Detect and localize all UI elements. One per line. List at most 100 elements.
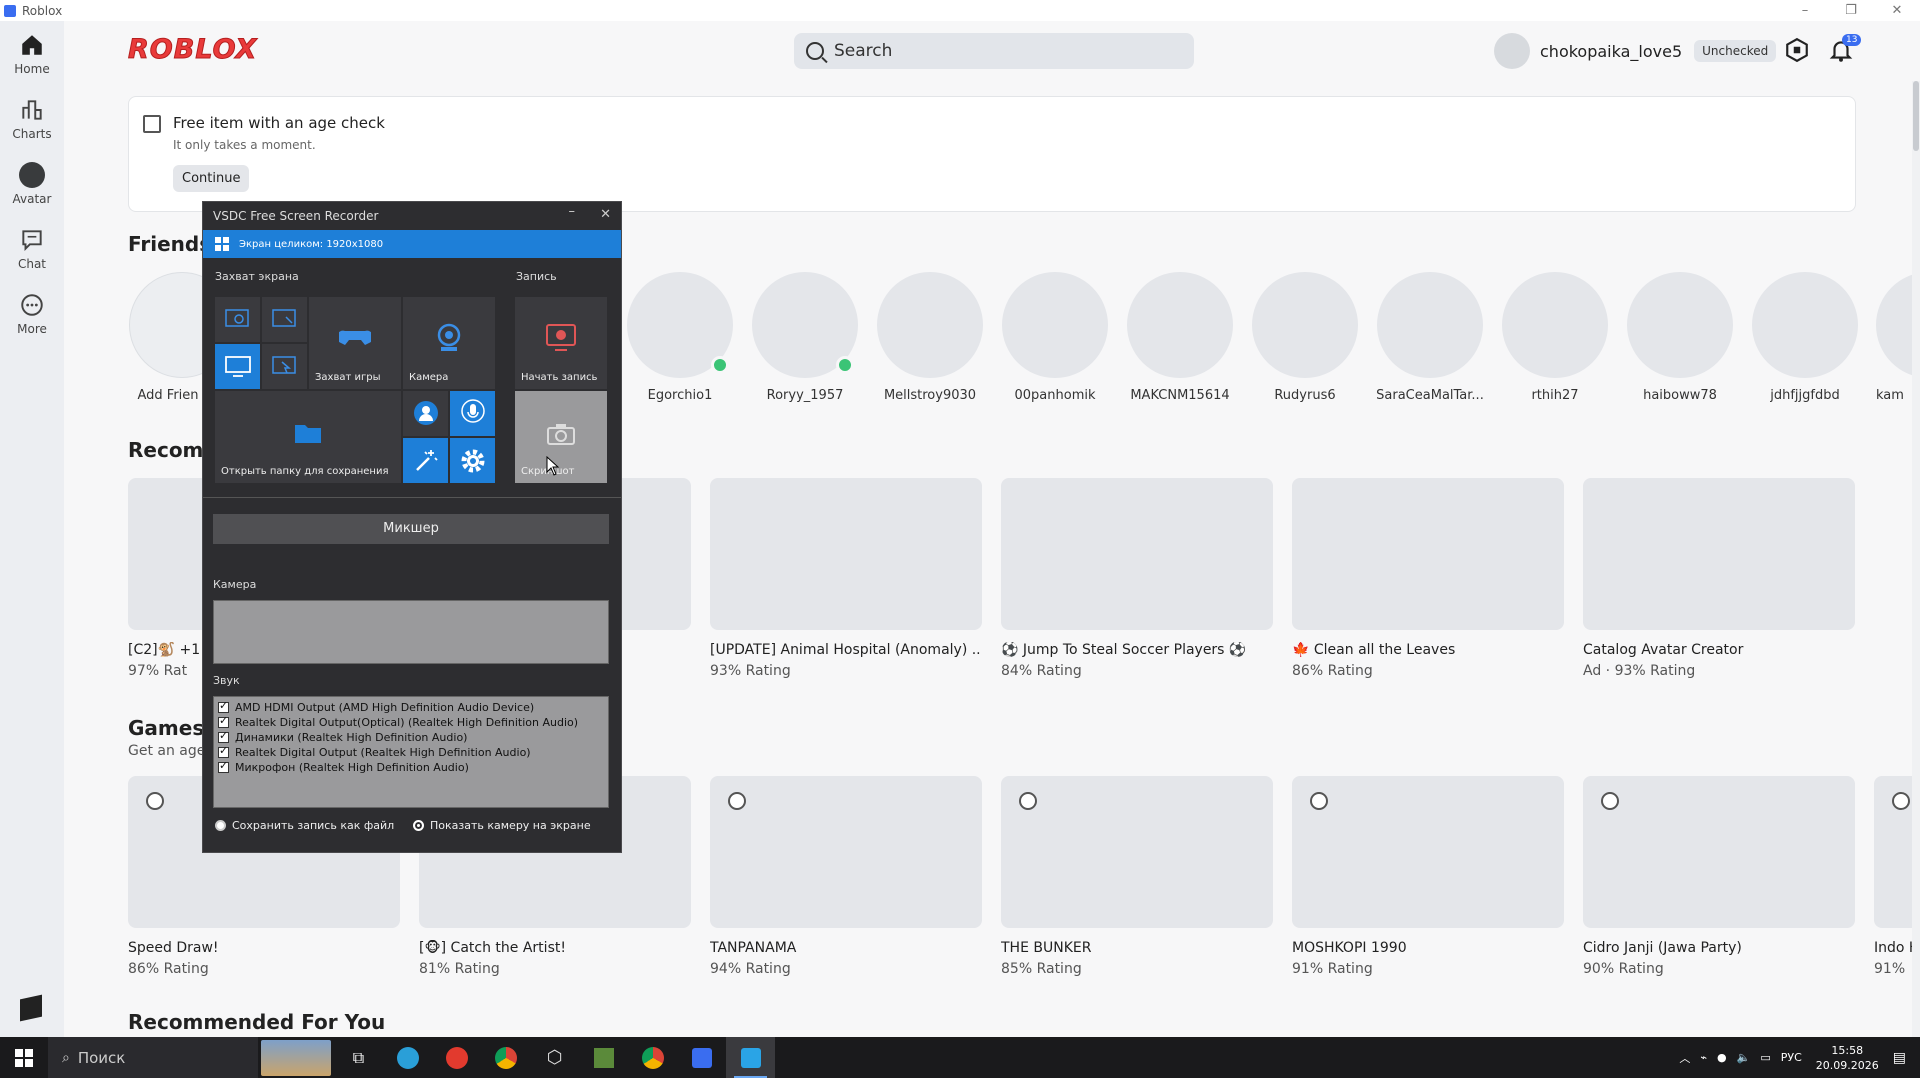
sound-device-checkbox[interactable] — [218, 699, 229, 713]
roblox-app-icon — [4, 4, 16, 17]
microphone-button[interactable] — [450, 391, 495, 436]
game-capture-button[interactable]: Захват игры — [309, 297, 401, 389]
photo-camera-icon — [547, 424, 575, 445]
vsdc-titlebar[interactable]: VSDC Free Screen Recorder – ✕ — [203, 202, 621, 230]
vsdc-minimize-button[interactable]: – — [569, 204, 576, 219]
clock-time: 15:58 — [1831, 1043, 1864, 1057]
capture-window-button[interactable] — [262, 297, 307, 342]
tray-chevron-icon[interactable]: ︿ — [1679, 1050, 1690, 1066]
volume-icon[interactable]: 🔈 — [1737, 1051, 1751, 1064]
roblox-studio-icon[interactable] — [20, 994, 42, 1022]
friend-avatar — [627, 272, 733, 378]
friend-item[interactable]: rthih27 — [1501, 272, 1609, 403]
continue-button[interactable]: Continue — [173, 165, 250, 192]
sound-device-checkbox[interactable] — [218, 744, 229, 758]
language-indicator[interactable]: РУС — [1781, 1051, 1802, 1064]
vsdc-close-button[interactable]: ✕ — [600, 207, 611, 222]
friend-item[interactable]: MAKCNM15614 — [1126, 272, 1234, 403]
sound-device-item[interactable]: Realtek Digital Output (Realtek High Def… — [218, 744, 608, 760]
username[interactable]: chokopaika_love5 — [1540, 42, 1682, 61]
friend-item[interactable]: jdhfjjgfdbd — [1751, 272, 1859, 403]
taskbar-search[interactable]: ⌕ Поиск — [48, 1037, 258, 1078]
game-tile[interactable]: THE BUNKER 85% Rating — [1001, 776, 1273, 977]
start-button[interactable] — [0, 1037, 48, 1078]
capture-mode-bar[interactable]: Экран целиком: 1920x1080 — [203, 230, 621, 258]
chrome-app[interactable] — [481, 1037, 530, 1078]
drawing-tools-button[interactable] — [403, 438, 448, 483]
restore-button[interactable]: ❐ — [1828, 0, 1874, 21]
clock[interactable]: 15:58 20.09.2026 — [1816, 1043, 1879, 1073]
start-recording-button[interactable]: Начать запись — [515, 297, 607, 389]
friend-item[interactable]: 00panhomik — [1001, 272, 1109, 403]
minecraft-app[interactable] — [579, 1037, 628, 1078]
robux-icon[interactable] — [1784, 37, 1810, 63]
search-input[interactable]: Search — [794, 33, 1194, 69]
friend-item[interactable]: Roryy_1957 — [751, 272, 859, 403]
game-tile[interactable]: Catalog Avatar Creator Ad · 93% Rating — [1583, 478, 1855, 679]
network-icon[interactable]: ⌁ — [1700, 1051, 1707, 1064]
friend-item[interactable]: Rudyrus6 — [1251, 272, 1359, 403]
camera-preview-panel[interactable] — [213, 600, 609, 664]
close-button[interactable]: ✕ — [1874, 0, 1920, 21]
game-tile[interactable]: [UPDATE] Animal Hospital (Anomaly) ... 93… — [710, 478, 982, 679]
webcam-overlay-button[interactable] — [403, 391, 448, 436]
screenshot-button[interactable]: Скриншот — [515, 391, 607, 483]
wifi-icon[interactable]: ▭ — [1760, 1051, 1770, 1064]
game-tile[interactable]: MOSHKOPI 1990 91% Rating — [1292, 776, 1564, 977]
vsdc-recorder-window: VSDC Free Screen Recorder – ✕ Экран цели… — [202, 201, 622, 853]
game-tile[interactable]: 🍁 Clean all the Leaves 86% Rating — [1292, 478, 1564, 679]
yandex-app[interactable] — [432, 1037, 481, 1078]
search-highlight-image[interactable] — [258, 1037, 334, 1078]
steam-icon[interactable]: ● — [1717, 1051, 1727, 1064]
unity-app[interactable]: ⬡ — [530, 1037, 579, 1078]
capture-fullscreen-button[interactable] — [215, 344, 260, 389]
vsdc-app[interactable] — [726, 1037, 775, 1078]
age-check-banner: Free item with an age check It only take… — [128, 96, 1856, 212]
save-as-file-radio[interactable] — [215, 820, 226, 831]
minimize-button[interactable]: – — [1782, 0, 1828, 21]
task-view-button[interactable]: ⧉ — [334, 1037, 383, 1078]
capture-region-button[interactable] — [215, 297, 260, 342]
nav-chat[interactable]: Chat — [0, 216, 64, 281]
capture-object-button[interactable] — [262, 344, 307, 389]
sound-device-item[interactable]: Realtek Digital Output(Optical) (Realtek… — [218, 714, 608, 730]
game-tile[interactable]: Cidro Janji (Jawa Party) 90% Rating — [1583, 776, 1855, 977]
game-tile[interactable]: TANPANAMA 94% Rating — [710, 776, 982, 977]
open-folder-button[interactable]: Открыть папку для сохранения — [215, 391, 401, 483]
friend-item[interactable]: haiboww78 — [1626, 272, 1734, 403]
nav-avatar[interactable]: Avatar — [0, 151, 64, 216]
sound-device-checkbox[interactable] — [218, 759, 229, 773]
page-scrollbar[interactable] — [1912, 81, 1920, 1037]
roblox-app[interactable] — [677, 1037, 726, 1078]
nav-home[interactable]: Home — [0, 21, 64, 86]
user-avatar[interactable] — [1494, 33, 1530, 69]
recommended-for-you-title[interactable]: Recommended For You — [128, 1010, 385, 1034]
friends-title[interactable]: Friends — [128, 232, 211, 256]
sound-device-item[interactable]: AMD HDMI Output (AMD High Definition Aud… — [218, 699, 608, 715]
unchecked-badge[interactable]: Unchecked — [1694, 40, 1777, 62]
save-as-file-option[interactable]: Сохранить запись как файл — [215, 819, 394, 832]
game-tile[interactable]: ⚽ Jump To Steal Soccer Players ⚽ 84% Rati… — [1001, 478, 1273, 679]
sound-devices-list: AMD HDMI Output (AMD High Definition Aud… — [213, 696, 609, 808]
settings-button[interactable] — [450, 438, 495, 483]
sound-device-checkbox[interactable] — [218, 714, 229, 728]
friend-item[interactable]: SaraCeaMalTar... — [1376, 272, 1484, 403]
sound-device-checkbox[interactable] — [218, 729, 229, 743]
scrollbar-thumb[interactable] — [1913, 81, 1919, 151]
action-center-icon[interactable]: ▤ — [1893, 1050, 1906, 1066]
show-camera-option[interactable]: Показать камеру на экране — [413, 819, 591, 832]
nav-charts[interactable]: Charts — [0, 86, 64, 151]
edge-app[interactable] — [383, 1037, 432, 1078]
chrome-app-2[interactable] — [628, 1037, 677, 1078]
show-camera-radio[interactable] — [413, 820, 424, 831]
nav-more[interactable]: More — [0, 281, 64, 346]
user-profile[interactable]: chokopaika_love5 Unchecked — [1494, 33, 1777, 69]
mixer-button[interactable]: Микшер — [213, 514, 609, 544]
camera-button[interactable]: Камера — [403, 297, 495, 389]
roblox-logo[interactable]: ROBLOX — [127, 34, 257, 66]
friend-item[interactable]: Egorchio1 — [626, 272, 734, 403]
sound-device-item[interactable]: Динамики (Realtek High Definition Audio) — [218, 729, 608, 745]
friend-item[interactable]: Mellstroy9030 — [876, 272, 984, 403]
game-thumbnail — [710, 776, 982, 928]
sound-device-item[interactable]: Микрофон (Realtek High Definition Audio) — [218, 759, 608, 775]
